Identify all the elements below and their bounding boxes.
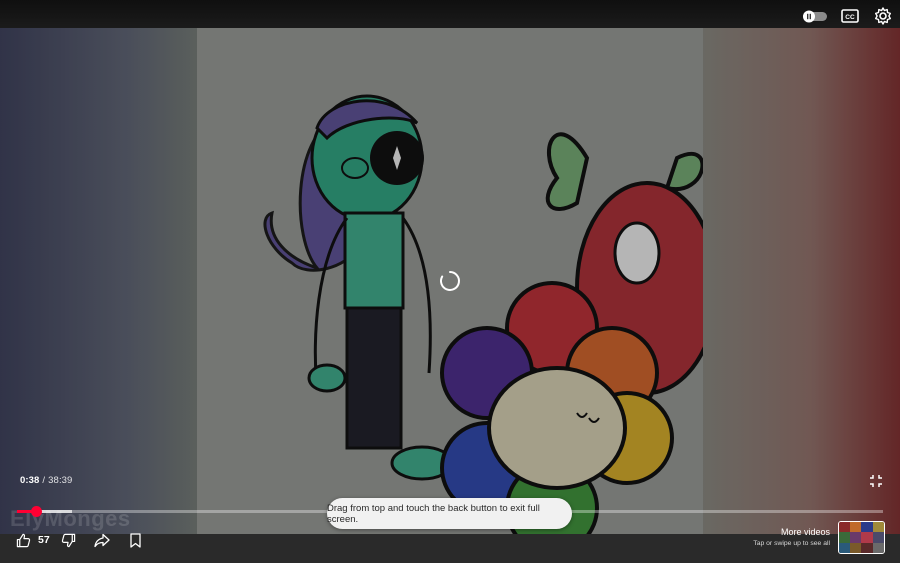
current-time: 0:38 bbox=[20, 475, 40, 486]
svg-text:CC: CC bbox=[845, 14, 855, 21]
loading-spinner-icon bbox=[440, 271, 460, 291]
gear-icon[interactable] bbox=[873, 6, 893, 26]
share-button[interactable] bbox=[94, 532, 110, 548]
more-videos-panel[interactable]: More videos Tap or swipe up to see all bbox=[753, 527, 830, 547]
share-arrow-icon bbox=[94, 533, 110, 547]
top-controls-bar bbox=[0, 0, 900, 28]
thumbs-up-icon bbox=[16, 533, 31, 547]
autoplay-pause-toggle-icon[interactable] bbox=[802, 10, 828, 23]
like-button[interactable]: 57 bbox=[16, 532, 50, 548]
video-thumbnails-icon bbox=[839, 522, 884, 553]
more-videos-subtitle: Tap or swipe up to see all bbox=[753, 540, 830, 547]
like-count: 57 bbox=[38, 534, 50, 546]
closed-captions-icon[interactable]: CC bbox=[840, 6, 860, 26]
bookmark-icon bbox=[130, 532, 141, 548]
exit-fullscreen-icon[interactable] bbox=[869, 474, 883, 488]
more-videos-title: More videos bbox=[780, 527, 830, 537]
thumbs-down-icon bbox=[61, 533, 76, 547]
time-separator: / bbox=[42, 475, 46, 486]
save-button[interactable] bbox=[129, 532, 142, 548]
progress-scrubber-handle[interactable] bbox=[30, 506, 42, 517]
video-player[interactable]: CC 0:38/38:39 ElyMonges Drag from top an… bbox=[0, 0, 900, 563]
fullscreen-exit-toast: Drag from top and touch the back button … bbox=[327, 498, 572, 529]
more-videos-thumbnail-grid[interactable] bbox=[838, 521, 885, 554]
duration: 38:39 bbox=[48, 475, 73, 486]
time-display: 0:38/38:39 bbox=[20, 475, 72, 486]
dislike-button[interactable] bbox=[61, 532, 76, 548]
